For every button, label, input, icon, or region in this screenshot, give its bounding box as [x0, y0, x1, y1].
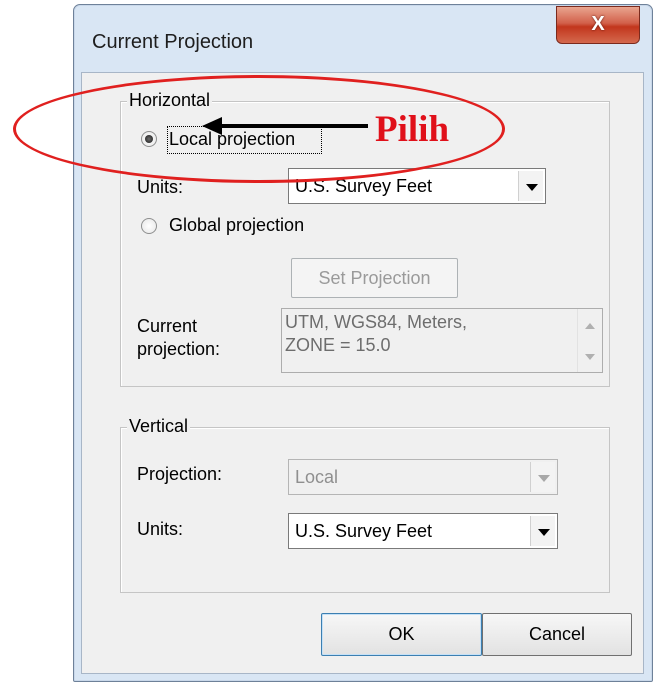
- global-projection-radio[interactable]: [141, 218, 157, 234]
- ok-button[interactable]: OK: [321, 613, 482, 656]
- vertical-units-label: Units:: [137, 519, 184, 539]
- current-projection-text-line2: ZONE = 15.0: [285, 335, 391, 355]
- annotation-arrow-icon: [202, 117, 368, 135]
- vertical-projection-select[interactable]: Local: [288, 459, 558, 495]
- vertical-legend: Vertical: [127, 416, 191, 436]
- vertical-units-select[interactable]: U.S. Survey Feet: [288, 513, 558, 549]
- current-projection-textbox[interactable]: UTM, WGS84, Meters, ZONE = 15.0: [281, 308, 603, 373]
- dialog-title: Current Projection: [92, 31, 254, 53]
- textbox-scrollbar[interactable]: [577, 309, 602, 372]
- cancel-button[interactable]: Cancel: [482, 613, 632, 656]
- annotation-text: Pilih: [375, 109, 450, 150]
- chevron-down-icon[interactable]: [530, 516, 555, 546]
- current-projection-label-line2: projection:: [137, 339, 221, 359]
- title-bar[interactable]: Current Projection X: [74, 5, 652, 75]
- current-projection-label-line1: Current: [137, 316, 198, 336]
- vertical-group: Vertical: [120, 416, 610, 593]
- close-button[interactable]: X: [556, 6, 640, 44]
- chevron-down-icon[interactable]: [518, 171, 543, 201]
- global-projection-label[interactable]: Global projection: [169, 214, 304, 236]
- current-projection-text-line1: UTM, WGS84, Meters,: [285, 312, 468, 332]
- vertical-projection-value: Local: [295, 467, 339, 487]
- vertical-projection-label: Projection:: [137, 464, 223, 484]
- scroll-up-icon[interactable]: [585, 323, 595, 329]
- scroll-down-icon[interactable]: [585, 354, 595, 360]
- vertical-units-value: U.S. Survey Feet: [295, 521, 433, 541]
- close-icon: X: [591, 13, 605, 35]
- set-projection-button[interactable]: Set Projection: [291, 258, 458, 298]
- chevron-down-icon[interactable]: [530, 462, 555, 492]
